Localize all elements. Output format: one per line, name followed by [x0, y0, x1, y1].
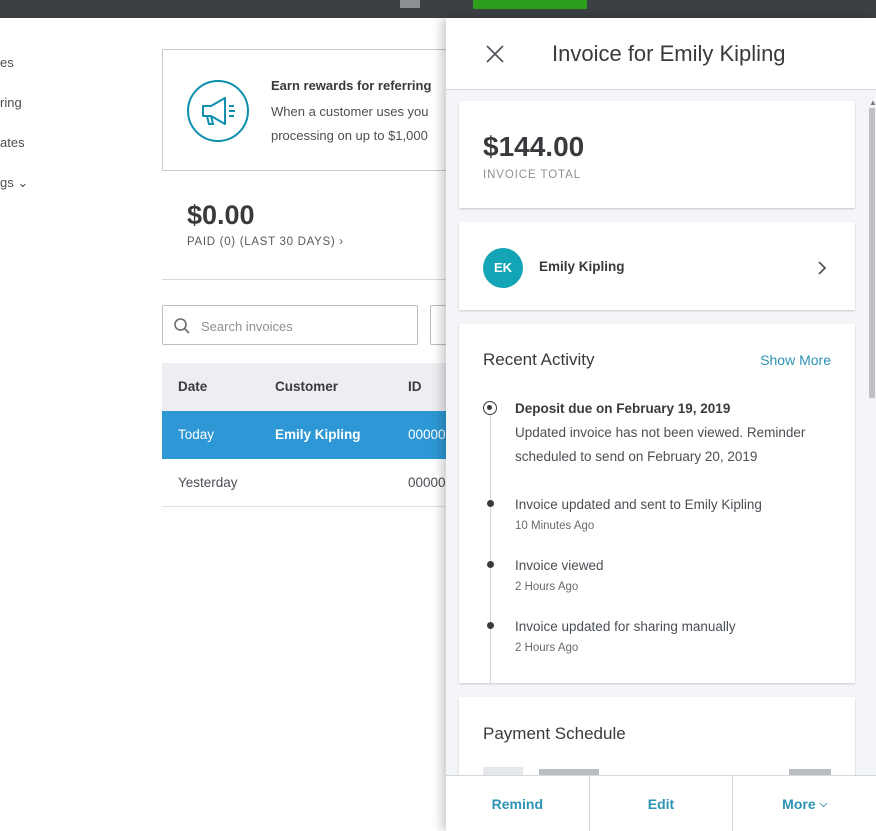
row-date: Today [178, 427, 215, 442]
referral-promo-card: Earn rewards for referring When a custom… [162, 49, 462, 171]
panel-footer: Remind Edit More ⌵ [446, 775, 876, 831]
promo-text-line: processing on up to $1,000 [271, 128, 428, 143]
nav-item-invoices[interactable]: es [0, 55, 14, 70]
activity-item-title: Invoice viewed [515, 558, 604, 573]
invoice-total-card: $144.00 INVOICE TOTAL [459, 101, 855, 208]
row-id: 00000 [408, 475, 446, 490]
megaphone-icon [187, 80, 249, 142]
close-icon[interactable] [484, 43, 506, 65]
remind-button-label: Remind [491, 796, 543, 812]
avatar: EK [483, 248, 523, 288]
column-header-customer[interactable]: Customer [275, 379, 338, 394]
activity-item-title: Invoice updated and sent to Emily Kiplin… [515, 497, 762, 512]
paid-amount: $0.00 [187, 200, 255, 230]
customer-card[interactable]: EK Emily Kipling [459, 222, 855, 310]
panel-title: Invoice for Emily Kipling [552, 41, 786, 66]
search-input[interactable]: Search invoices [201, 319, 293, 334]
column-header-date[interactable]: Date [178, 379, 207, 394]
remind-button[interactable]: Remind [446, 776, 590, 831]
timeline-current-marker [483, 401, 497, 415]
activity-item-title: Invoice updated for sharing manually [515, 619, 736, 634]
row-customer: Emily Kipling [275, 427, 361, 442]
chevron-down-icon: ⌵ [819, 798, 828, 810]
divider [162, 279, 452, 280]
chevron-right-icon[interactable] [817, 260, 827, 281]
more-button-label: More [782, 796, 816, 812]
recent-activity-title: Recent Activity [483, 350, 595, 369]
nav-item-estimates[interactable]: ates [0, 135, 25, 150]
table-header: Date Customer ID [162, 363, 452, 411]
activity-item-time: 2 Hours Ago [515, 642, 579, 654]
invoice-total-amount: $144.00 [483, 131, 585, 162]
panel-scrollbar[interactable]: ▲ [868, 90, 876, 831]
more-button[interactable]: More ⌵ [733, 776, 876, 831]
column-header-id[interactable]: ID [408, 379, 422, 394]
activity-item-detail: scheduled to send on February 20, 2019 [515, 449, 758, 464]
timeline-dot [487, 622, 494, 629]
row-date: Yesterday [178, 475, 238, 490]
table-row[interactable]: Yesterday 00000 [162, 459, 452, 507]
row-id: 00000 [408, 427, 446, 442]
timeline-dot [487, 500, 494, 507]
activity-item-detail: Updated invoice has not been viewed. Rem… [515, 425, 806, 440]
invoice-total-label: INVOICE TOTAL [483, 169, 581, 181]
edit-button[interactable]: Edit [590, 776, 734, 831]
customer-name: Emily Kipling [539, 259, 625, 274]
table-row[interactable]: Today Emily Kipling 00000 [162, 411, 452, 459]
nav-item-recurring[interactable]: ring [0, 95, 22, 110]
search-icon [173, 317, 191, 340]
nav-item-settings[interactable]: gs ⌄ [0, 175, 28, 191]
promo-title: Earn rewards for referring [271, 78, 432, 93]
new-button[interactable] [473, 0, 587, 9]
activity-item-title: Deposit due on February 19, 2019 [515, 401, 731, 416]
scroll-up-icon[interactable]: ▲ [869, 98, 876, 107]
paid-filter-link[interactable]: PAID (0) (LAST 30 DAYS) › [187, 236, 344, 248]
timeline-dot [487, 561, 494, 568]
promo-text-line: When a customer uses you [271, 104, 429, 119]
panel-header: Invoice for Emily Kipling [446, 18, 876, 90]
payment-schedule-title: Payment Schedule [483, 724, 626, 743]
activity-item-time: 2 Hours Ago [515, 581, 579, 593]
edit-button-label: Edit [647, 796, 675, 812]
activity-item-time: 10 Minutes Ago [515, 520, 595, 532]
top-bar-icon[interactable] [400, 0, 420, 8]
timeline-line [490, 414, 491, 684]
search-box[interactable]: Search invoices [162, 305, 418, 345]
invoice-detail-panel: Invoice for Emily Kipling $144.00 INVOIC… [446, 18, 876, 831]
show-more-link[interactable]: Show More [760, 352, 831, 368]
recent-activity-card: Recent Activity Show More Deposit due on… [459, 324, 855, 684]
scrollbar-thumb[interactable] [869, 108, 875, 398]
app-top-bar [0, 0, 876, 18]
